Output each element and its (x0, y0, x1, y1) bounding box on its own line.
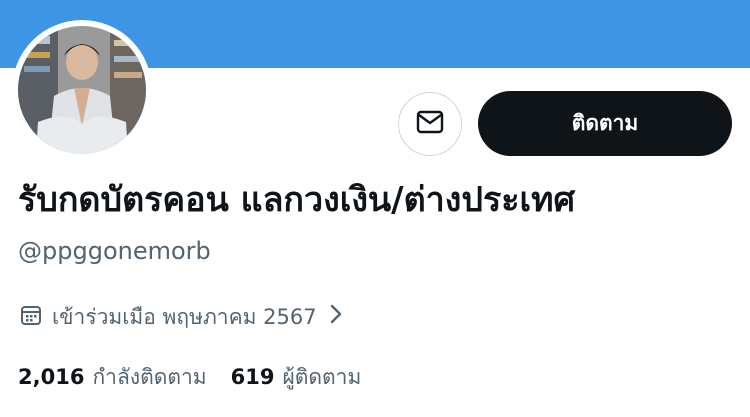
follow-button-label: ติดตาม (571, 111, 639, 135)
following-count: 2,016 (18, 364, 85, 389)
avatar[interactable] (12, 20, 152, 160)
joined-date[interactable]: เข้าร่วมเมือ พฤษภาคม 2567 (20, 300, 343, 334)
follow-button[interactable]: ติดตาม (478, 91, 732, 156)
following-label: กำลังติดตาม (92, 364, 207, 389)
avatar-photo (18, 26, 146, 154)
envelope-icon (416, 110, 444, 138)
followers-link[interactable]: 619 ผู้ติดตาม (231, 361, 362, 394)
following-link[interactable]: 2,016 กำลังติดตาม (18, 361, 207, 394)
profile-handle: @ppggonemorb (18, 237, 211, 265)
calendar-icon (20, 304, 42, 331)
followers-count: 619 (230, 364, 275, 389)
joined-text: เข้าร่วมเมือ พฤษภาคม 2567 (52, 304, 317, 329)
chevron-right-icon (329, 302, 343, 332)
followers-label: ผู้ติดตาม (282, 364, 362, 389)
message-button[interactable] (398, 92, 462, 156)
follow-stats: 2,016 กำลังติดตาม 619 ผู้ติดตาม (18, 360, 361, 394)
display-name: รับกดบัตรคอน แลกวงเงิน/ต่างประเทศ (18, 180, 576, 220)
